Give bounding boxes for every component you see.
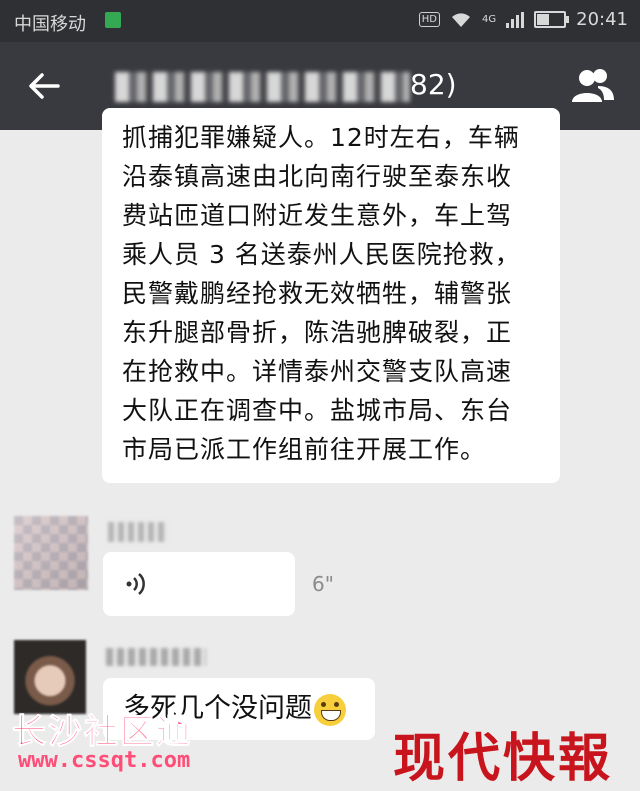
watermark-right-logo: 现代快報 (393, 728, 614, 789)
clock: 20:41 (576, 9, 628, 30)
notification-icon (105, 12, 121, 28)
hd-icon: HD (418, 12, 440, 27)
avatar-sender-1[interactable] (14, 516, 88, 590)
network-type: 4G (482, 14, 497, 25)
status-indicators: HD 4G 20:41 (418, 9, 628, 30)
carrier-name: 中国移动 (14, 14, 86, 35)
voice-duration: 6" (312, 572, 334, 596)
message-line: 费站匝道口附近发生意外，车上驾 (122, 201, 513, 230)
status-bar: 中国移动 HD 4G 20:41 (0, 0, 640, 42)
sender-name-redacted (108, 522, 168, 542)
chat-title-redacted (115, 72, 410, 102)
grin-emoji-icon (314, 693, 346, 726)
message-line: 东升腿部骨折，陈浩驰脾破裂，正 (122, 318, 513, 347)
avatar-sender-2[interactable] (14, 640, 86, 714)
battery-icon (534, 11, 570, 28)
message-line: 乘人员 3 名送泰州人民医院抢救， (122, 240, 521, 269)
watermark-left-url: www.cssqt.com (18, 748, 191, 773)
voice-wave-icon (126, 573, 145, 595)
chat-title-suffix: 82) (410, 68, 457, 101)
watermark-left-title: 长沙社区通 (12, 712, 192, 753)
message-line: 抓捕犯罪嫌疑人。12时左右，车辆 (122, 123, 520, 152)
wifi-icon (452, 12, 470, 27)
message-line: 沿泰镇高速由北向南行驶至泰东收 (122, 162, 513, 191)
message-line: 在抢救中。详情泰州交警支队高速 (122, 357, 513, 386)
group-members-icon[interactable] (568, 64, 618, 108)
message-line: 民警戴鹏经抢救无效牺牲，辅警张 (122, 279, 513, 308)
back-arrow-icon[interactable] (22, 64, 66, 108)
sender-name-redacted (106, 648, 206, 666)
message-line: 市局已派工作组前往开展工作。 (122, 435, 487, 464)
signal-icon (506, 11, 525, 28)
message-line: 大队正在调查中。盐城市局、东台 (122, 396, 513, 425)
message-bubble-news: 抓捕犯罪嫌疑人。12时左右，车辆 沿泰镇高速由北向南行驶至泰东收 费站匝道口附近… (102, 108, 560, 483)
voice-message-bubble[interactable] (103, 552, 295, 616)
